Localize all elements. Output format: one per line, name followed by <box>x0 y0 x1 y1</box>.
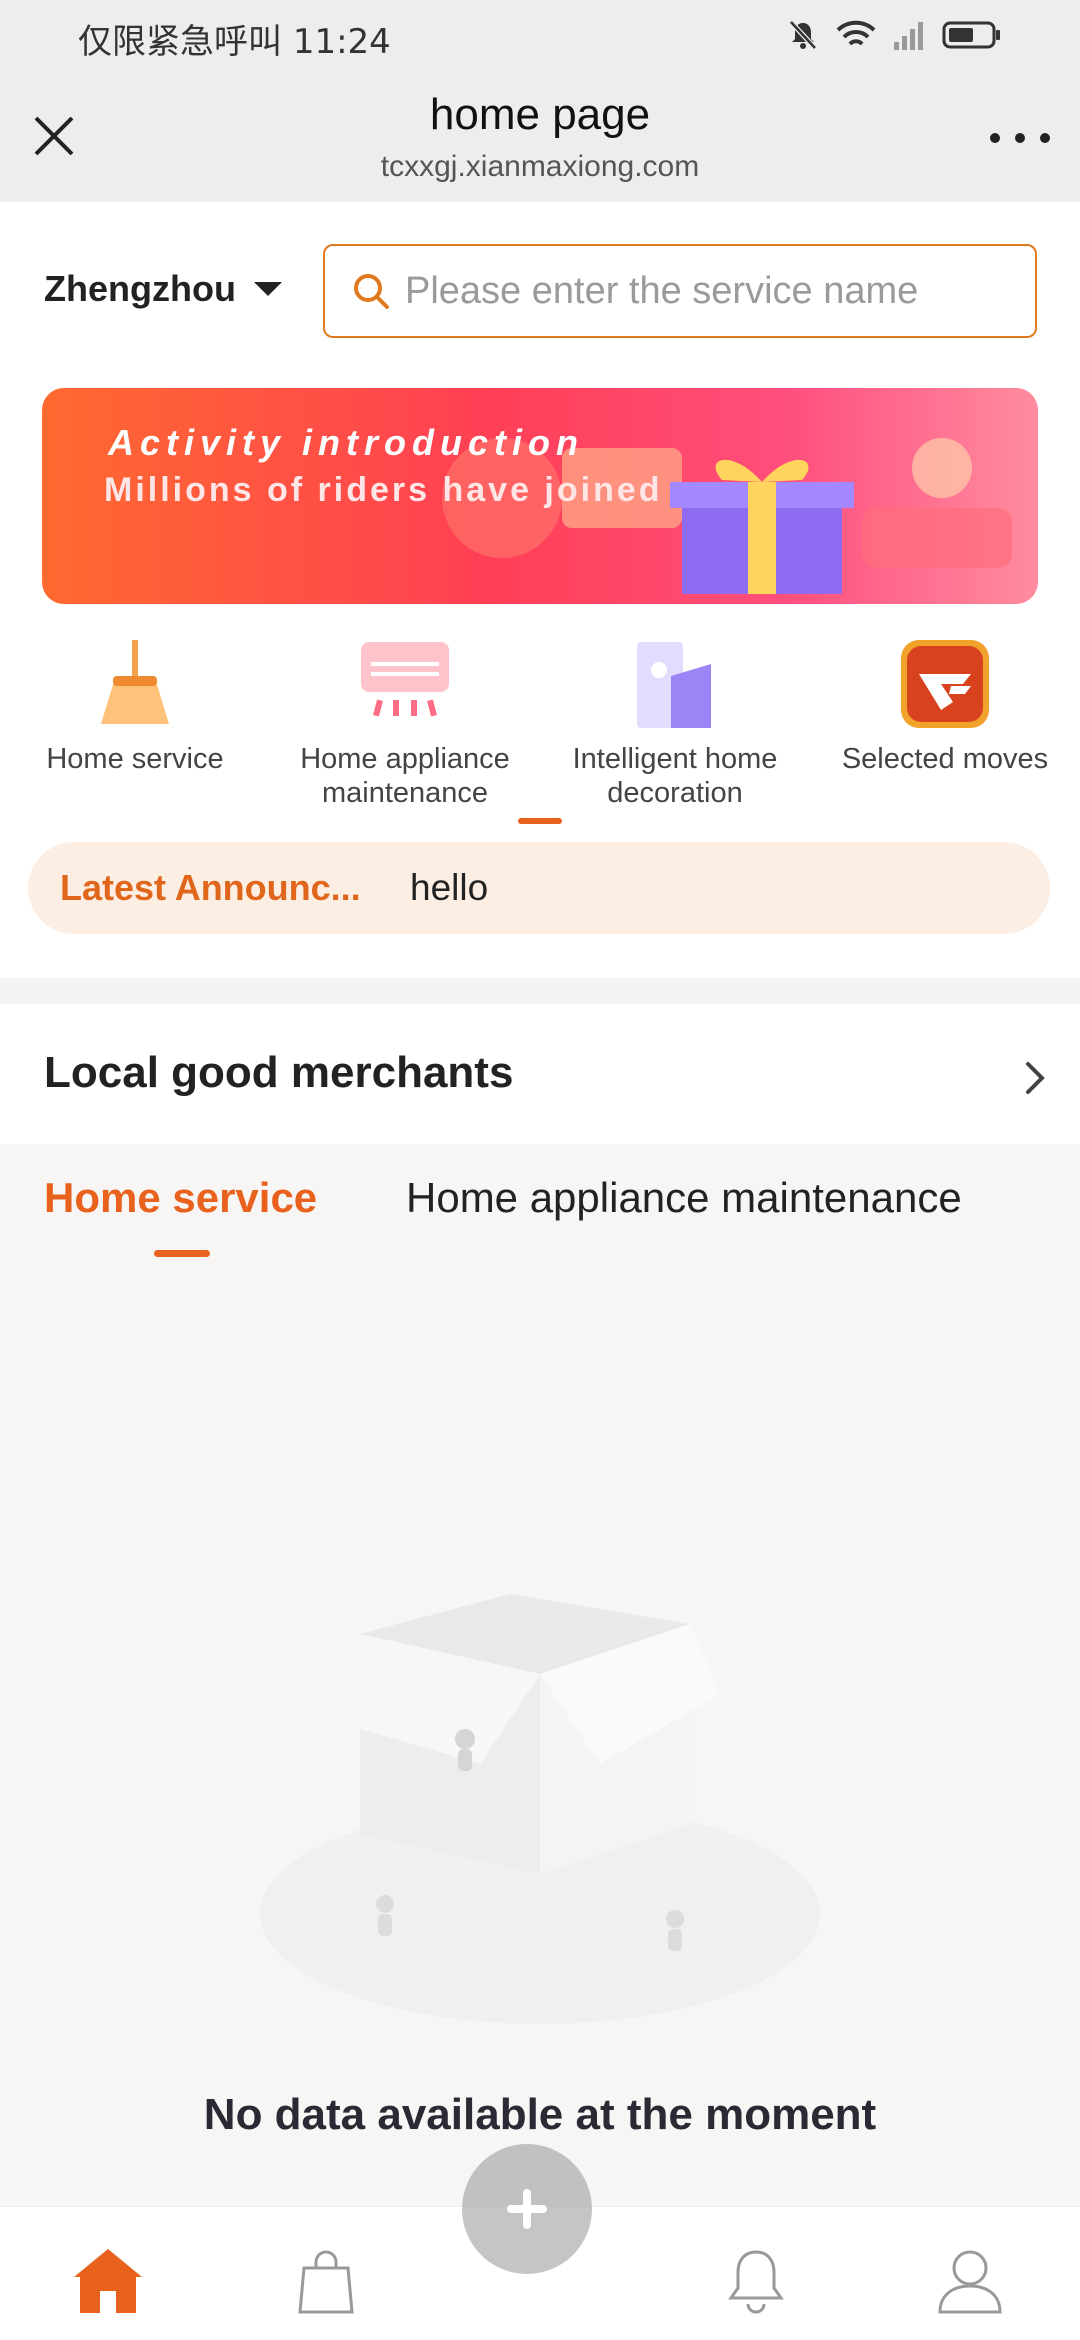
category-home-service[interactable]: Home service <box>0 636 270 816</box>
search-icon <box>354 274 389 309</box>
category-label: Intelligent home decoration <box>572 743 778 809</box>
status-time: 11:24 <box>292 22 391 62</box>
chevron-right-icon <box>1026 1062 1045 1094</box>
caret-down-icon <box>253 282 282 296</box>
bell-icon <box>728 2250 784 2314</box>
category-home-appliance-maintenance[interactable]: Home appliance maintenance <box>270 636 540 816</box>
category-page-indicator <box>518 818 562 824</box>
merchants-title: Local good merchants <box>44 1048 514 1097</box>
announcement-text: hello <box>410 867 489 908</box>
shopping-bag-icon <box>298 2250 354 2314</box>
nav-home[interactable] <box>68 2241 148 2321</box>
category-grid: Home service Home appliance maintenance … <box>0 636 1080 816</box>
banner-subtitle: Millions of riders have joined <box>104 471 663 509</box>
broom-icon <box>87 636 183 732</box>
merchants-panel: Home service Home appliance maintenance … <box>0 1144 1080 2206</box>
more-options-button[interactable] <box>990 126 1050 150</box>
category-label: Selected moves <box>841 743 1049 775</box>
category-selected-moves[interactable]: Selected moves <box>810 636 1080 816</box>
wifi-icon <box>836 20 876 46</box>
banner-title: Activity introduction <box>108 422 584 463</box>
status-text: 仅限紧急呼叫 11:24 <box>78 14 391 63</box>
more-dot-icon <box>1040 133 1050 143</box>
search-box[interactable] <box>323 244 1037 338</box>
tab-home-service[interactable]: Home service <box>44 1174 317 1222</box>
home-icon <box>74 2249 142 2313</box>
announcement-bar[interactable]: Latest Announc... hello <box>28 842 1050 934</box>
publish-button[interactable] <box>462 2144 592 2274</box>
empty-state-text: No data available at the moment <box>203 2090 877 2139</box>
status-icons <box>786 18 1002 52</box>
battery-icon <box>942 21 1000 49</box>
category-label: Home appliance maintenance <box>300 743 510 809</box>
nav-orders[interactable] <box>286 2241 366 2321</box>
more-dot-icon <box>990 133 1000 143</box>
city-name: Zhengzhou <box>44 268 236 309</box>
page-title: home page <box>429 90 651 139</box>
tab-home-appliance-maintenance[interactable]: Home appliance maintenance <box>406 1174 962 1222</box>
search-input[interactable] <box>405 269 1005 313</box>
announcement-label: Latest Announc... <box>60 867 361 908</box>
air-conditioner-icon <box>357 636 453 732</box>
nav-profile[interactable] <box>930 2241 1010 2321</box>
active-tab-underline <box>154 1250 210 1257</box>
category-label: Home service <box>46 743 224 775</box>
nav-messages[interactable] <box>716 2241 796 2321</box>
category-intelligent-home-decoration[interactable]: Intelligent home decoration <box>540 636 810 816</box>
building-icon <box>627 636 723 732</box>
page-url: tcxxgj.xianmaxiong.com <box>380 150 700 183</box>
carrier-text: 仅限紧急呼叫 <box>78 22 282 62</box>
more-dot-icon <box>1015 133 1025 143</box>
user-icon <box>938 2250 1002 2314</box>
section-divider <box>0 978 1080 1004</box>
merchants-header[interactable]: Local good merchants <box>0 1004 1080 1144</box>
empty-box-illustration <box>260 1594 820 2024</box>
mute-bell-icon <box>789 20 817 50</box>
city-selector[interactable]: Zhengzhou <box>44 268 282 310</box>
plus-icon <box>523 2189 531 2229</box>
status-bar: 仅限紧急呼叫 11:24 <box>0 0 1080 72</box>
browser-header: home page tcxxgj.xianmaxiong.com <box>0 72 1080 202</box>
moves-logo-icon <box>897 636 993 732</box>
activity-banner[interactable]: Activity introduction Millions of riders… <box>42 388 1038 604</box>
signal-icon <box>894 22 923 50</box>
